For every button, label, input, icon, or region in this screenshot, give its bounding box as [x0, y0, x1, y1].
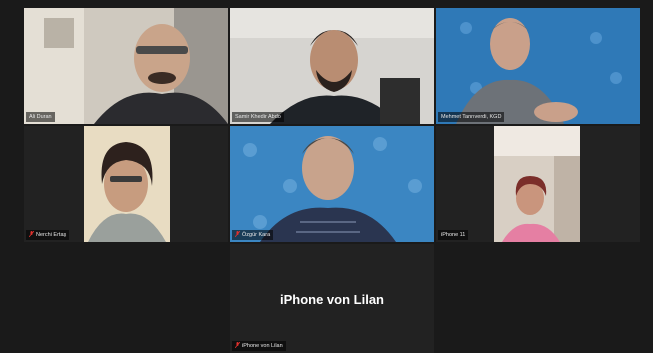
participant-tile[interactable]: Mehmet Tanrıverdi, KGD [436, 8, 640, 124]
participant-name: Mehmet Tanrıverdi, KGD [441, 114, 502, 120]
participant-name-label: Nerchi Ertaş [26, 230, 70, 240]
participant-name: Ali Duran [29, 114, 52, 120]
participant-name-label: Ali Duran [26, 112, 55, 122]
participant-name-label: Özgür Kara [232, 230, 274, 240]
participant-tile[interactable]: Nerchi Ertaş [24, 126, 228, 242]
participant-name-label: Mehmet Tanrıverdi, KGD [438, 112, 505, 122]
mic-muted-icon [29, 231, 34, 237]
participant-video [436, 8, 640, 124]
participant-video [230, 126, 434, 242]
participant-name: iPhone 11 [441, 232, 466, 238]
participant-video [494, 126, 580, 242]
participant-display-name: iPhone von Lilan [279, 292, 384, 307]
zoom-gallery-view: Ali Duran Samir Khedir Abdo Mehmet Tanrı… [0, 0, 653, 353]
participant-tile[interactable]: Ali Duran [24, 8, 228, 124]
mic-muted-icon [235, 231, 240, 237]
participant-name-label: iPhone 11 [438, 230, 469, 240]
participant-name: iPhone von Lilan [242, 343, 283, 349]
participant-name: Samir Khedir Abdo [235, 114, 281, 120]
participant-video [84, 126, 170, 242]
participant-video [24, 8, 228, 124]
participant-tile[interactable]: Özgür Kara [230, 126, 434, 242]
participant-name: Nerchi Ertaş [36, 232, 67, 238]
mic-muted-icon [235, 342, 240, 348]
participant-name-label: Samir Khedir Abdo [232, 112, 284, 122]
participant-name: Özgür Kara [242, 232, 271, 238]
participant-tile[interactable]: iPhone 11 [436, 126, 640, 242]
participant-tile-active-speaker[interactable]: Samir Khedir Abdo [230, 8, 434, 124]
participant-tile-video-off[interactable]: iPhone von Lilan iPhone von Lilan [230, 244, 434, 353]
participant-video [230, 8, 434, 124]
participant-name-label: iPhone von Lilan [232, 341, 286, 351]
